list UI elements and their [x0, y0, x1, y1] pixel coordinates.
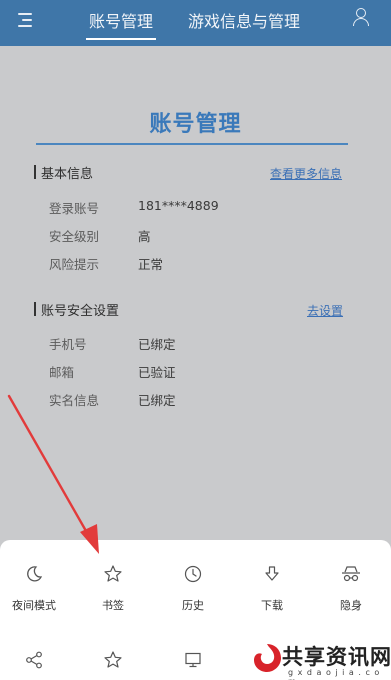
- row-value: 181****4889: [138, 198, 219, 213]
- page-title: 账号管理: [149, 112, 242, 137]
- night-mode-button[interactable]: 夜间模式: [4, 564, 64, 613]
- tab-game-info-management[interactable]: 游戏信息与管理: [182, 4, 306, 36]
- incognito-icon: [342, 566, 360, 582]
- arrow-shaft: [7, 394, 92, 540]
- incognito-button[interactable]: 隐身: [321, 564, 381, 613]
- row-value: 高: [138, 229, 151, 244]
- row-label: 实名信息: [49, 393, 100, 408]
- security-row-phone: 手机号 已绑定: [0, 334, 391, 354]
- row-label: 手机号: [49, 337, 87, 352]
- watermark-subtext: g x d a o j i a . c o m: [288, 668, 381, 680]
- watermark-text: 共享资讯网: [282, 645, 391, 669]
- info-row-security-level: 安全级别 高: [0, 226, 391, 246]
- view-more-info-link[interactable]: 查看更多信息: [270, 165, 342, 182]
- moon-icon: [27, 566, 43, 582]
- site-watermark: 共享资讯网 g x d a o j i a . c o m: [252, 640, 391, 680]
- incognito-label: 隐身: [340, 599, 362, 612]
- info-row-login-account: 登录账号 181****4889: [0, 198, 391, 218]
- download-label: 下载: [261, 599, 283, 612]
- section-security-settings: 账号安全设置: [34, 299, 119, 319]
- row-label: 风险提示: [49, 257, 100, 272]
- go-settings-link[interactable]: 去设置: [307, 302, 343, 319]
- watermark-logo-icon: [254, 644, 281, 672]
- section-basic-info-heading: 基本信息: [41, 166, 94, 182]
- desktop-mode-button[interactable]: [163, 650, 223, 670]
- monitor-icon: [185, 652, 201, 668]
- download-button[interactable]: 下载: [242, 564, 302, 613]
- row-value: 已绑定: [138, 337, 176, 352]
- row-value: 已验证: [138, 365, 176, 380]
- tab-account-management[interactable]: 账号管理: [82, 4, 160, 40]
- history-label: 历史: [182, 599, 204, 612]
- clock-icon: [184, 565, 202, 583]
- top-bar: 账号管理 游戏信息与管理: [0, 0, 391, 46]
- row-label: 安全级别: [49, 229, 100, 244]
- user-icon[interactable]: [353, 8, 369, 26]
- share-icon: [26, 651, 42, 669]
- bookmark-button[interactable]: 书签: [83, 564, 143, 613]
- row-label: 邮箱: [49, 365, 75, 380]
- share-button[interactable]: [4, 650, 64, 670]
- bookmark-label: 书签: [102, 599, 124, 612]
- history-button[interactable]: 历史: [163, 564, 223, 613]
- security-row-realname: 实名信息 已绑定: [0, 390, 391, 410]
- row-value: 正常: [138, 257, 164, 272]
- star-icon: [104, 565, 122, 582]
- favorite-button[interactable]: [83, 650, 143, 670]
- title-underline: [36, 143, 348, 145]
- section-security-heading: 账号安全设置: [41, 303, 120, 319]
- star-outline-icon: [104, 651, 122, 668]
- security-row-email: 邮箱 已验证: [0, 362, 391, 382]
- night-mode-label: 夜间模式: [12, 599, 56, 612]
- section-basic-info: 基本信息: [34, 162, 93, 182]
- menu-icon[interactable]: [18, 10, 40, 30]
- download-icon: [265, 566, 279, 581]
- row-label: 登录账号: [49, 201, 100, 216]
- row-value: 已绑定: [138, 393, 176, 408]
- info-row-risk-alert: 风险提示 正常: [0, 254, 391, 274]
